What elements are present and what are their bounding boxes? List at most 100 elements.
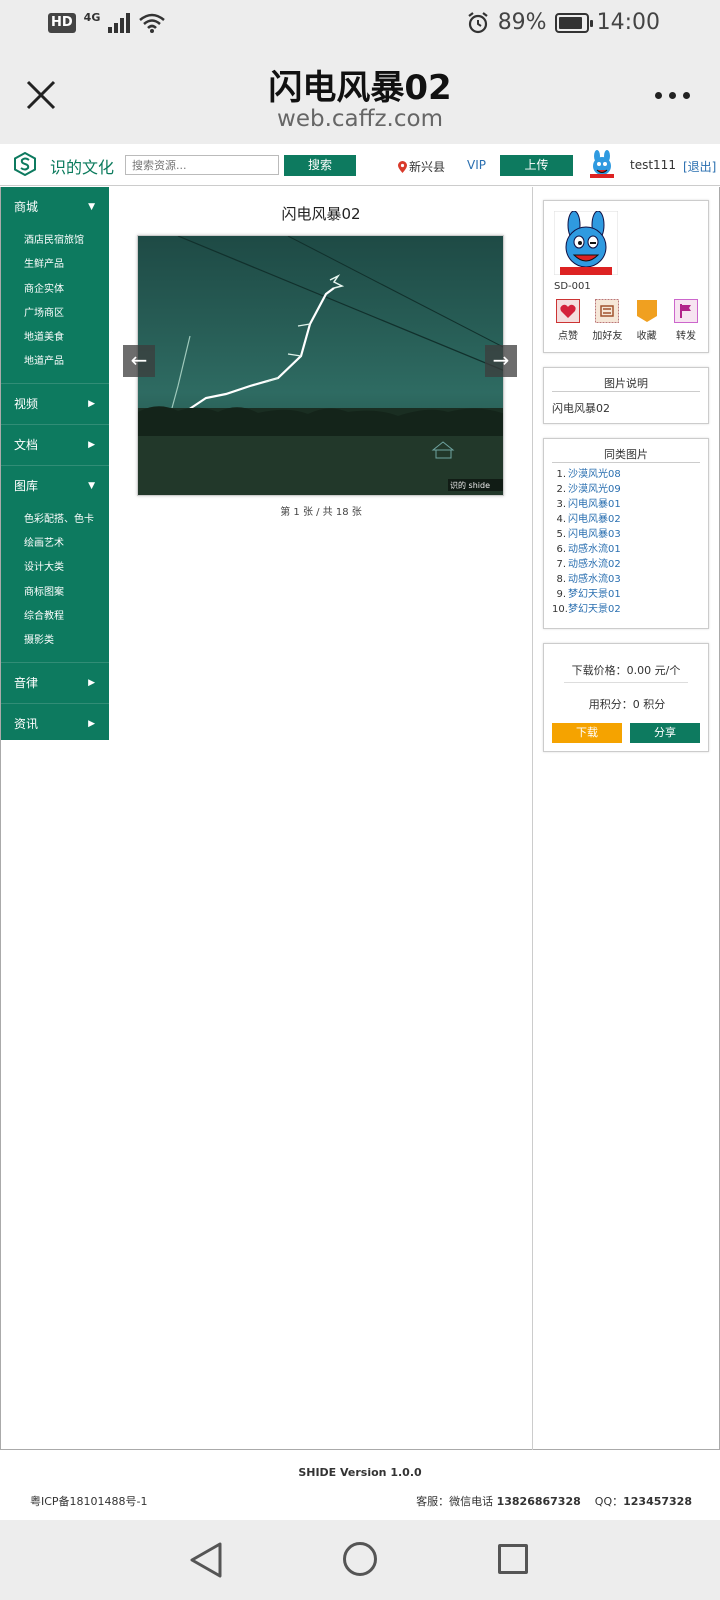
search-input[interactable] — [125, 155, 279, 175]
main-photo[interactable]: 识的 shide — [137, 235, 504, 496]
add-friend-button[interactable]: 加好友 — [589, 299, 625, 342]
similar-heading: 同类图片 — [552, 439, 700, 463]
similar-link[interactable]: 动感水流01 — [568, 544, 621, 555]
bookmark-icon — [636, 300, 657, 322]
similar-link[interactable]: 沙漠风光08 — [568, 469, 621, 480]
next-image-button[interactable]: → — [485, 345, 517, 377]
uploader-avatar[interactable] — [554, 211, 618, 275]
menu-item-painting[interactable]: 绘画艺术 — [1, 532, 109, 556]
qq-number: 123457328 — [623, 1495, 692, 1508]
caret-right-icon: ▶ — [88, 439, 95, 450]
recent-apps-icon[interactable] — [498, 1544, 528, 1574]
prev-image-button[interactable]: ← — [123, 345, 155, 377]
list-item[interactable]: 5. 闪电风暴03 — [552, 527, 708, 542]
similar-link[interactable]: 动感水流02 — [568, 559, 621, 570]
list-item[interactable]: 1. 沙漠风光08 — [552, 467, 708, 482]
site-nav: 识的文化 搜索 新兴县 VIP 上传 test111 [退出] — [0, 144, 720, 186]
footer-contact: 客服：微信电话 13826867328 QQ：123457328 — [416, 1493, 692, 1509]
menu-item-products[interactable]: 地道产品 — [1, 350, 109, 374]
menu-docs[interactable]: 文档 ▶ — [1, 425, 109, 465]
user-avatar[interactable] — [588, 150, 616, 178]
forward-label: 转发 — [675, 331, 696, 342]
clock: 14:00 — [596, 10, 660, 35]
similar-link[interactable]: 闪电风暴01 — [568, 499, 621, 510]
similar-list: 1. 沙漠风光08 2. 沙漠风光09 3. 闪电风暴01 4. 闪电风暴02 5. 闪电… — [544, 463, 708, 617]
service-phone: 13826867328 — [496, 1495, 581, 1508]
wifi-icon — [139, 13, 166, 33]
more-options-button[interactable] — [655, 92, 690, 99]
similar-link[interactable]: 闪电风暴02 — [568, 514, 621, 525]
uploader-code: SD-001 — [554, 281, 591, 292]
list-item[interactable]: 7. 动感水流02 — [552, 557, 708, 572]
list-item[interactable]: 8. 动感水流03 — [552, 572, 708, 587]
menu-item-fresh[interactable]: 生鲜产品 — [1, 253, 109, 277]
alarm-icon — [468, 11, 488, 33]
menu-music-label: 音律 — [14, 675, 39, 690]
service-label: 客服：微信电话 — [416, 1495, 497, 1508]
menu-shop[interactable]: 商城 ▼ — [1, 187, 109, 227]
list-item[interactable]: 2. 沙漠风光09 — [552, 482, 708, 497]
menu-video-label: 视频 — [14, 396, 39, 411]
location-selector[interactable]: 新兴县 — [398, 158, 445, 175]
list-item[interactable]: 9. 梦幻天景01 — [552, 587, 708, 602]
list-item[interactable]: 6. 动感水流01 — [552, 542, 708, 557]
brand-name[interactable]: 识的文化 — [50, 154, 114, 178]
share-forward-button[interactable]: 转发 — [668, 299, 704, 342]
hd-badge: HD — [48, 13, 76, 33]
battery-fill — [558, 16, 582, 29]
caret-down-icon: ▼ — [88, 202, 95, 212]
menu-item-logo[interactable]: 商标图案 — [1, 581, 109, 605]
list-item[interactable]: 3. 闪电风暴01 — [552, 497, 708, 512]
menu-item-hotel[interactable]: 酒店民宿旅馆 — [1, 229, 109, 253]
similar-link[interactable]: 梦幻天景01 — [568, 589, 621, 600]
description-text: 闪电风暴02 — [552, 402, 610, 415]
similar-link[interactable]: 闪电风暴03 — [568, 529, 621, 540]
caret-right-icon: ▶ — [88, 398, 95, 409]
logo-icon[interactable] — [14, 152, 36, 176]
similar-link[interactable]: 梦幻天景02 — [568, 604, 621, 615]
menu-news[interactable]: 资讯 ▶ — [1, 704, 109, 744]
points-cost: 用积分：0 积分 — [588, 698, 666, 711]
dot-icon — [683, 92, 690, 99]
battery-icon — [554, 12, 593, 33]
upload-button[interactable]: 上传 — [500, 155, 573, 176]
list-item[interactable]: 10.梦幻天景02 — [552, 602, 708, 617]
menu-gallery[interactable]: 图库 ▼ — [1, 466, 109, 506]
share-button[interactable]: 分享 — [630, 723, 700, 743]
lightning-storm-image: 识的 shide — [138, 236, 503, 495]
home-icon[interactable] — [343, 1542, 377, 1576]
menu-item-tutorial[interactable]: 综合教程 — [1, 605, 109, 629]
vip-link[interactable]: VIP — [467, 158, 486, 172]
caret-right-icon: ▶ — [88, 718, 95, 729]
back-icon[interactable] — [188, 1540, 224, 1580]
list-item[interactable]: 4. 闪电风暴02 — [552, 512, 708, 527]
footer-icp[interactable]: 粤ICP备18101488号-1 — [30, 1493, 148, 1509]
menu-item-color[interactable]: 色彩配搭、色卡 — [1, 508, 109, 532]
left-menu: 商城 ▼ 酒店民宿旅馆 生鲜产品 商企实体 广场商区 地道美食 地道产品 视频 … — [1, 187, 109, 740]
search-button[interactable]: 搜索 — [284, 155, 356, 176]
menu-item-food[interactable]: 地道美食 — [1, 326, 109, 350]
download-button[interactable]: 下载 — [552, 723, 622, 743]
similar-link[interactable]: 沙漠风光09 — [568, 484, 621, 495]
menu-item-photography[interactable]: 摄影类 — [1, 629, 109, 653]
menu-item-plaza[interactable]: 广场商区 — [1, 302, 109, 326]
action-bar: 点赞 加好友 收藏 转发 — [550, 299, 704, 342]
similar-link[interactable]: 动感水流03 — [568, 574, 621, 585]
username[interactable]: test111 — [630, 158, 676, 172]
menu-item-design[interactable]: 设计大类 — [1, 556, 109, 580]
browser-header: 闪电风暴02 web.caffz.com — [0, 48, 720, 144]
qq-label: QQ： — [594, 1495, 624, 1508]
add-friend-icon — [595, 299, 620, 323]
logout-link[interactable]: [退出] — [683, 158, 716, 175]
like-button[interactable]: 点赞 — [550, 299, 586, 342]
system-nav-bar — [0, 1520, 720, 1600]
menu-music[interactable]: 音律 ▶ — [1, 663, 109, 703]
favorite-button[interactable]: 收藏 — [629, 299, 665, 342]
download-price: 下载价格：0.00 元/个 — [564, 662, 688, 683]
menu-video[interactable]: 视频 ▶ — [1, 384, 109, 424]
signal-icon — [108, 13, 131, 33]
network-type: 4G — [83, 10, 101, 24]
location-label: 新兴县 — [409, 160, 446, 174]
menu-item-business[interactable]: 商企实体 — [1, 278, 109, 302]
status-bar: HD 4G 89% 14:00 — [0, 0, 720, 48]
